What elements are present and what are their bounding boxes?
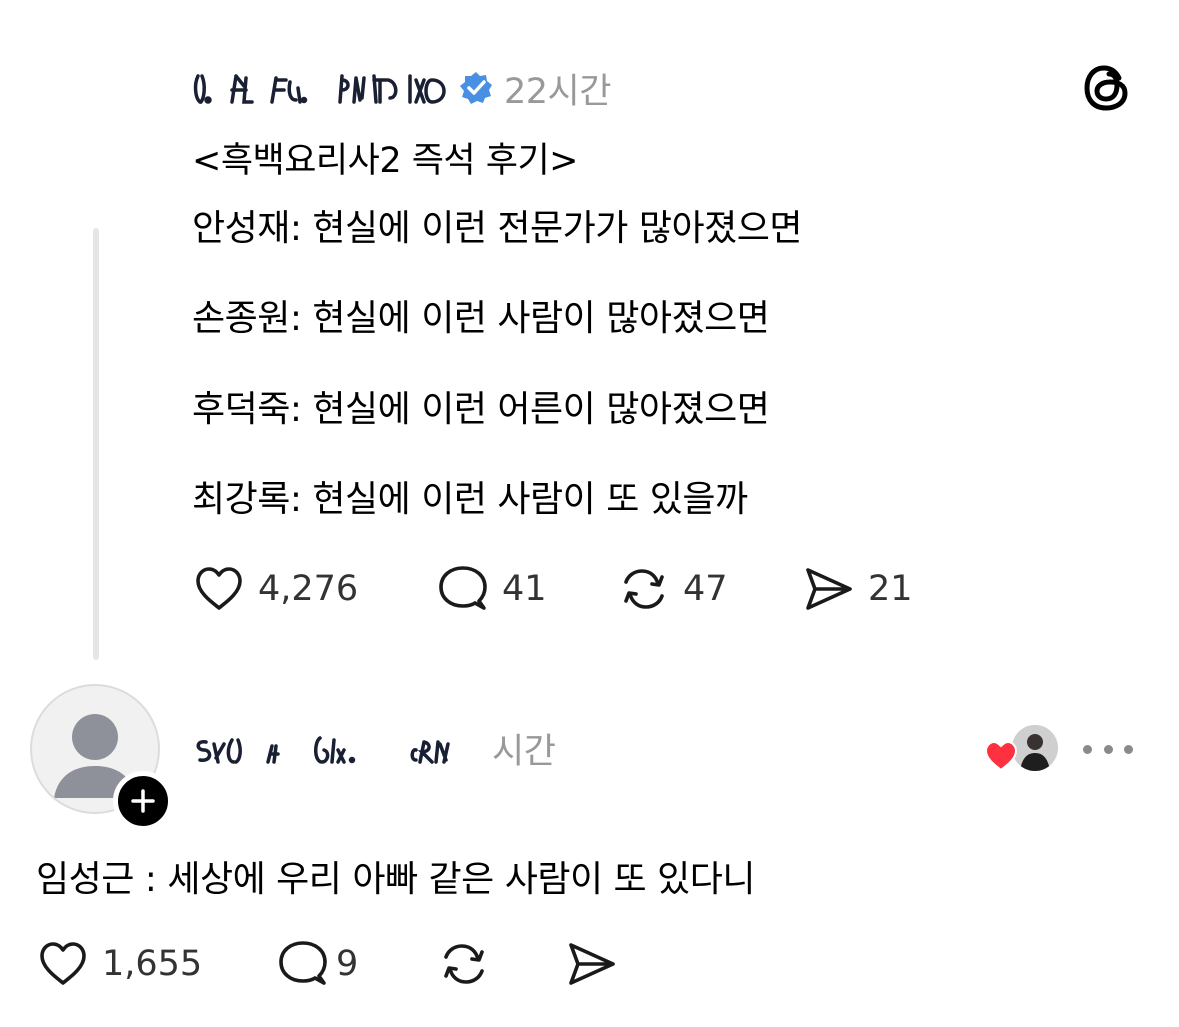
more-options-button[interactable] (1083, 734, 1133, 764)
post-share-count: 21 (868, 569, 913, 609)
comment-like-count: 1,655 (102, 944, 203, 984)
heart-icon (196, 567, 242, 610)
comment-reply-count: 9 (336, 944, 359, 984)
more-dot (1124, 744, 1133, 754)
post-share-button[interactable]: 21 (800, 562, 913, 616)
comment-repost-button[interactable] (437, 937, 491, 991)
send-icon (806, 568, 852, 610)
comment-reply-button[interactable]: 9 (276, 937, 358, 991)
commenter-username[interactable] (192, 728, 492, 768)
plus-icon (131, 789, 155, 813)
speech-bubble-icon (439, 566, 487, 610)
liked-heart-icon (984, 740, 1018, 772)
post-repost-button[interactable]: 47 (617, 562, 728, 616)
post-timestamp: 22시간 (504, 71, 611, 112)
post-title: <흑백요리사2 즉석 후기> (192, 141, 578, 181)
post-like-button[interactable]: 4,276 (192, 562, 358, 616)
verified-badge-icon (460, 72, 492, 104)
more-dot (1083, 744, 1092, 754)
comment-text: 임성근 : 세상에 우리 아빠 같은 사람이 또 있다니 (36, 859, 755, 900)
repost-icon (444, 944, 484, 984)
post-username[interactable] (192, 68, 454, 108)
post-reply-count: 41 (502, 569, 547, 609)
post-line-3: 후덕죽: 현실에 이런 어른이 많아졌으면 (192, 389, 770, 430)
threads-logo-icon[interactable] (1082, 63, 1132, 113)
comment-timestamp: 시간 (492, 731, 556, 772)
post-line-2: 손종원: 현실에 이런 사람이 많아졌으면 (192, 298, 770, 339)
thread-connector-line (93, 228, 99, 660)
post-line-4: 최강록: 현실에 이런 사람이 또 있을까 (192, 479, 748, 520)
heart-icon (40, 942, 86, 985)
send-icon (569, 943, 615, 985)
comment-like-button[interactable]: 1,655 (36, 937, 202, 991)
post-like-count: 4,276 (258, 569, 359, 609)
speech-bubble-icon (279, 941, 327, 985)
post-reply-button[interactable]: 41 (436, 562, 547, 616)
post-repost-count: 47 (683, 569, 728, 609)
post-line-1: 안성재: 현실에 이런 전문가가 많아졌으면 (192, 208, 802, 249)
comment-header: 시간 (192, 722, 556, 774)
post-header: 22시간 (192, 62, 611, 114)
more-dot (1103, 744, 1113, 754)
comment-share-button[interactable] (563, 937, 619, 991)
repost-icon (624, 569, 664, 609)
follow-button[interactable] (113, 771, 173, 831)
